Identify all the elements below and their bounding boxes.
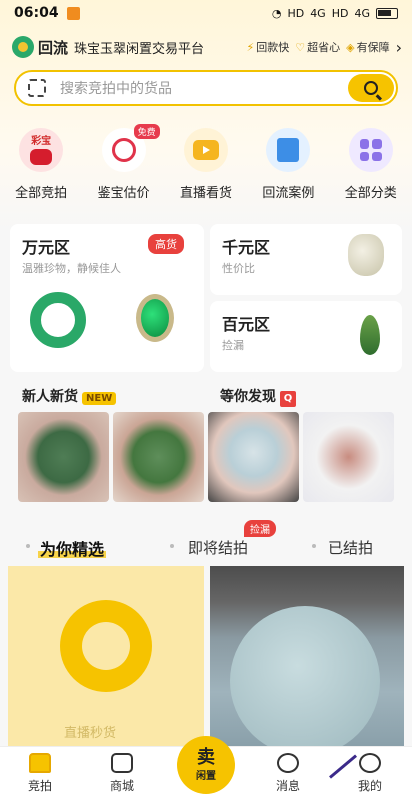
status-icons: ◔ HD 4G HD 4G — [272, 7, 398, 20]
tab-auction[interactable]: 竞拍 — [10, 753, 70, 794]
zone-title: 百元区 — [222, 315, 271, 334]
net-label-4: 4G — [354, 6, 370, 20]
brand-slogan: 珠宝玉翠闲置交易平台 — [74, 41, 205, 57]
scan-icon[interactable] — [28, 79, 46, 97]
zone-title: 万元区 — [22, 238, 71, 257]
bag-icon — [111, 753, 133, 773]
tab-label: 我的 — [357, 779, 382, 793]
product-thumbnail[interactable] — [113, 412, 204, 502]
category-label: 回流案例 — [262, 186, 315, 201]
wifi-icon: ◔ — [271, 6, 282, 20]
badge-fast-payment: ⚡ 回款快 — [246, 40, 290, 55]
category-label: 全部竞拍 — [15, 186, 68, 201]
product-thumbnail[interactable] — [208, 412, 299, 502]
free-badge: 免费 — [133, 124, 160, 139]
search-button[interactable] — [348, 74, 394, 102]
tab-label: 商城 — [109, 779, 134, 793]
zone-ten-thousand[interactable]: 万元区 温雅珍物，静候佳人 高货 — [10, 224, 204, 372]
magnifier-icon: 免费 — [101, 124, 160, 172]
brand-name: 回流 — [38, 38, 69, 57]
product-thumbnails — [18, 412, 394, 502]
net-label-3: HD — [331, 6, 349, 20]
home-icon — [29, 753, 51, 773]
tab-mall[interactable]: 商城 — [92, 753, 152, 794]
jade-pendant-image — [230, 606, 380, 746]
category-label: 鉴宝估价 — [97, 186, 150, 201]
hot-badge: 高货 — [148, 234, 184, 254]
category-all[interactable]: 全部分类 — [331, 128, 411, 201]
new-badge: NEW — [82, 392, 117, 405]
sell-label: 卖 — [197, 746, 215, 768]
white-jade-image — [348, 234, 384, 276]
gem-icon: 彩宝 — [19, 128, 64, 172]
notification-icon — [66, 6, 80, 20]
zone-title: 千元区 — [222, 238, 271, 257]
tab-recommend[interactable]: 为你精选 — [37, 536, 107, 560]
search-icon: Q — [280, 391, 296, 407]
category-label: 直播看货 — [179, 186, 232, 201]
feed-card-left[interactable]: 直播秒货 — [8, 566, 204, 746]
badge-guarantee: ◈ 有保障 — [346, 40, 390, 55]
search-input[interactable]: 搜索竞拍中的货品 — [60, 78, 172, 98]
sell-sublabel: 闲置 — [196, 770, 216, 782]
zone-subtitle: 性价比 — [222, 262, 255, 275]
heart-icon: ♡ — [295, 40, 306, 54]
category-label: 全部分类 — [344, 186, 397, 201]
jade-bangle-image — [30, 292, 86, 348]
tv-icon — [183, 128, 228, 172]
guarantee-badges[interactable]: ⚡ 回款快 ♡ 超省心 ◈ 有保障 — [247, 39, 390, 55]
category-all-auction[interactable]: 彩宝 全部竞拍 — [1, 128, 81, 201]
tab-separator — [170, 544, 174, 548]
feed-card-right[interactable] — [210, 566, 404, 746]
zone-hundred[interactable]: 百元区 捡漏 — [210, 301, 402, 372]
section-title: 等你发现 — [220, 389, 276, 405]
bargain-badge: 捡漏 — [244, 520, 276, 537]
price-zones: 万元区 温雅珍物，静候佳人 高货 千元区 性价比 百元区 捡漏 — [10, 224, 402, 372]
section-discover[interactable]: 等你发现 Q — [220, 386, 296, 407]
jade-ring-image — [136, 294, 174, 342]
status-bar: 06:04 ◔ HD 4G HD 4G — [0, 0, 412, 26]
feed-tabs: 为你精选 即将结拍 已结拍 — [0, 534, 412, 560]
chevron-right-icon[interactable]: › — [396, 38, 402, 57]
section-title: 新人新货 — [22, 389, 78, 405]
category-live[interactable]: 直播看货 — [166, 128, 246, 201]
shield-icon: ◈ — [346, 40, 355, 54]
product-thumbnail[interactable] — [303, 412, 394, 502]
category-cases[interactable]: 回流案例 — [248, 128, 328, 201]
sell-button[interactable]: 卖 闲置 — [177, 736, 235, 794]
chat-icon — [277, 753, 299, 773]
section-new-arrivals[interactable]: 新人新货 NEW — [22, 386, 117, 406]
net-label-2: 4G — [310, 6, 326, 20]
category-appraise[interactable]: 免费 鉴宝估价 — [84, 124, 164, 201]
net-label-1: HD — [287, 6, 305, 20]
lightning-icon: ⚡ — [246, 40, 255, 54]
card-caption: 直播秒货 — [64, 726, 117, 741]
product-thumbnail[interactable] — [18, 412, 109, 502]
document-icon — [266, 128, 311, 172]
search-icon — [364, 81, 378, 95]
status-time: 06:04 — [14, 5, 59, 21]
logo-icon — [12, 36, 34, 58]
zone-thousand[interactable]: 千元区 性价比 — [210, 224, 402, 295]
jade-leaf-image — [360, 315, 380, 355]
tab-messages[interactable]: 消息 — [258, 753, 318, 794]
brand-row: 回流 珠宝玉翠闲置交易平台 ⚡ 回款快 ♡ 超省心 ◈ 有保障 › — [12, 34, 402, 60]
tab-ending-soon[interactable]: 即将结拍 — [188, 537, 248, 558]
zone-subtitle: 捡漏 — [222, 339, 244, 352]
tab-separator — [312, 544, 316, 548]
zone-subtitle: 温雅珍物，静候佳人 — [22, 262, 121, 275]
tab-label: 竞拍 — [27, 779, 52, 793]
badge-worry-free: ♡ 超省心 — [295, 40, 341, 55]
battery-icon — [376, 7, 398, 19]
tab-ended[interactable]: 已结拍 — [328, 537, 373, 558]
live-logo-image — [60, 600, 152, 692]
tab-label: 消息 — [275, 779, 300, 793]
grid-icon — [348, 128, 393, 172]
category-row: 彩宝 全部竞拍 免费 鉴宝估价 直播看货 回流案例 全部分类 — [0, 124, 412, 201]
search-bar[interactable]: 搜索竞拍中的货品 — [14, 70, 398, 106]
smile-icon — [359, 753, 381, 773]
